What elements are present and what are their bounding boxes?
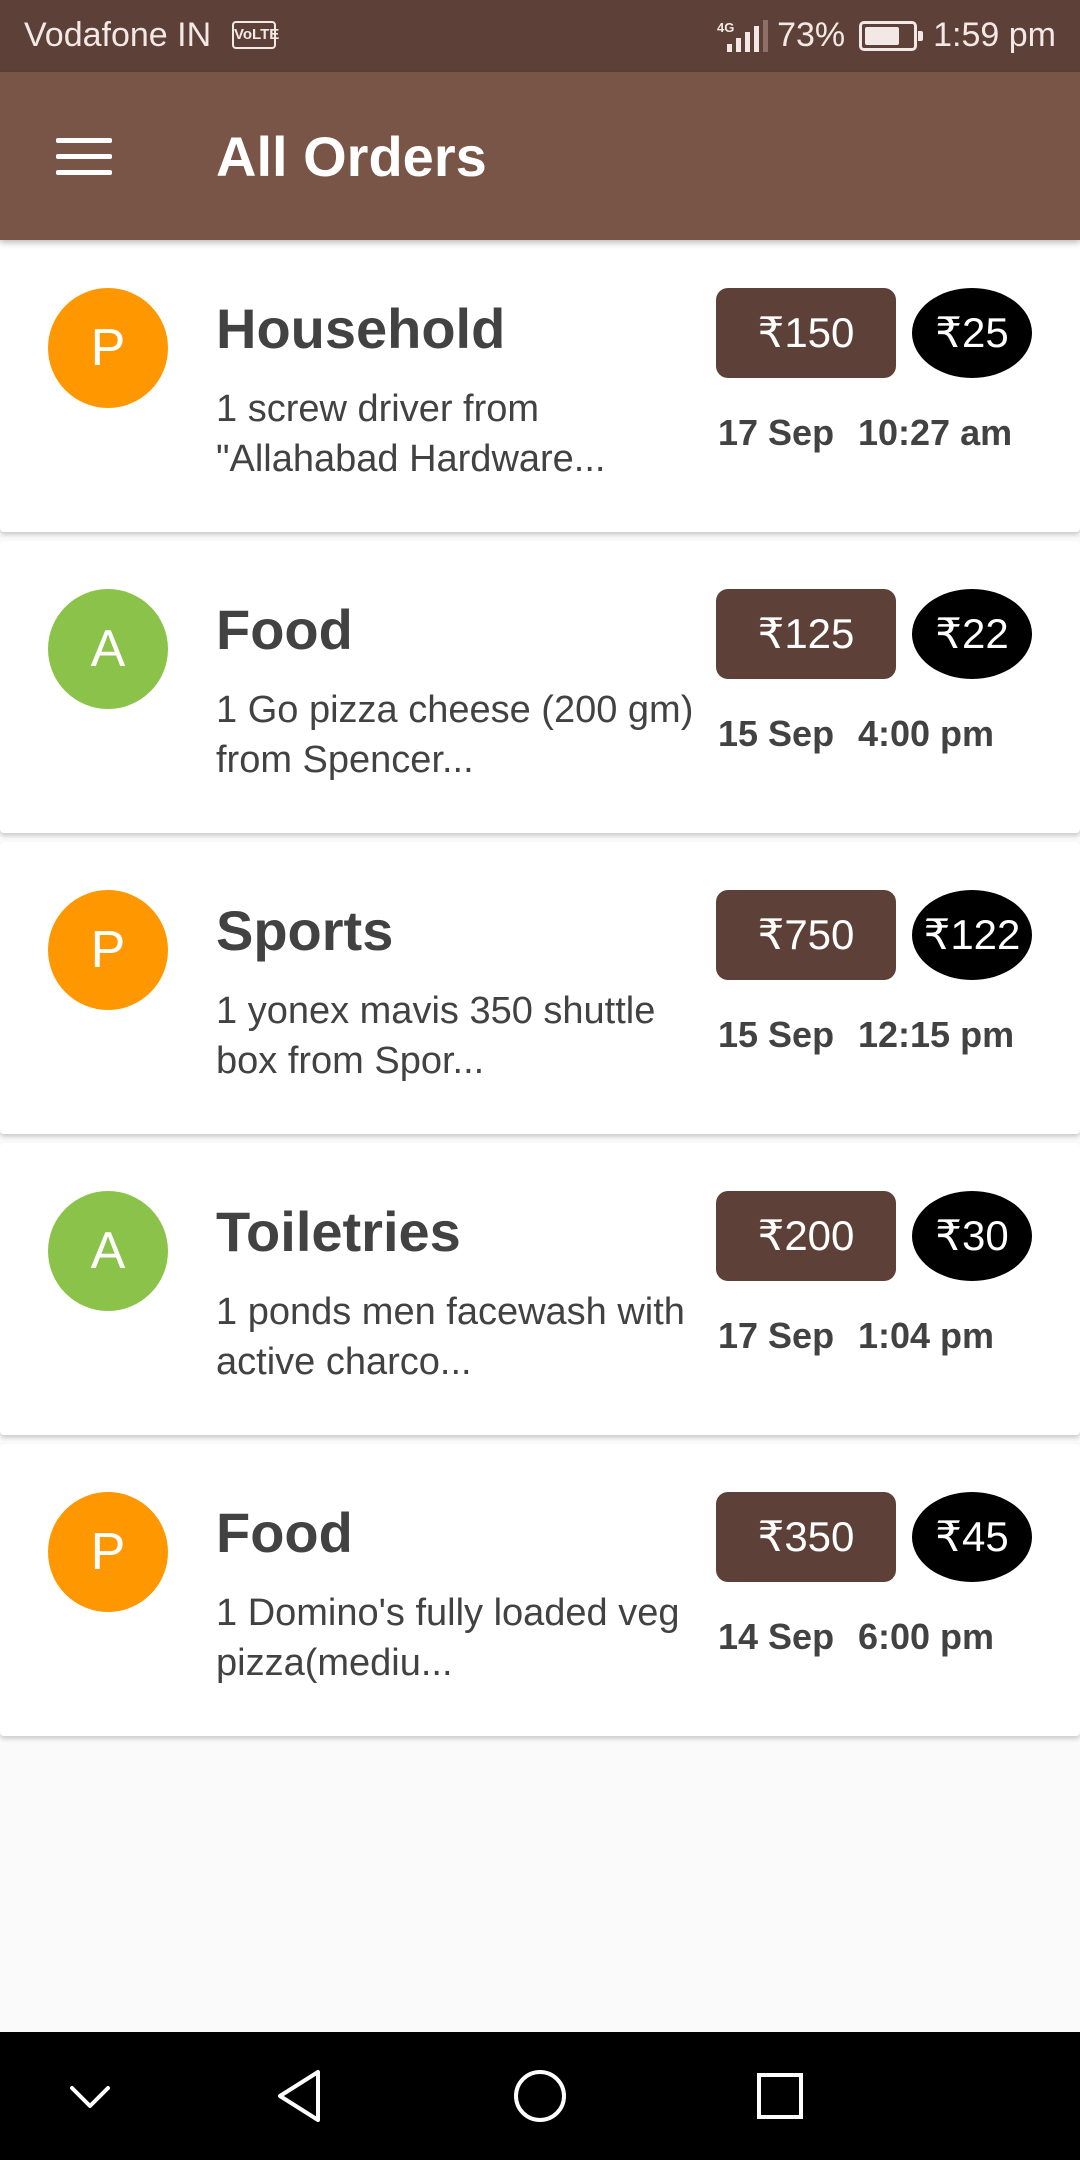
order-time: 10:27 am — [858, 412, 1013, 453]
order-card[interactable]: A Food 1 Go pizza cheese (200 gm) from Spe… — [0, 541, 1080, 833]
signal-icon: 4G — [717, 19, 769, 52]
order-date: 15 Sep — [718, 1014, 835, 1055]
order-description: 1 Go pizza cheese (200 gm) from Spencer.… — [216, 689, 694, 781]
app-bar: All Orders — [0, 72, 1080, 240]
recents-square-icon[interactable] — [740, 2056, 820, 2136]
avatar: P — [48, 1492, 168, 1612]
chevron-down-icon[interactable] — [50, 2056, 130, 2136]
battery-percent: 73% — [777, 16, 846, 54]
carrier-name: Vodafone IN — [24, 16, 212, 54]
price-badge: ₹150 — [716, 288, 896, 378]
avatar: A — [48, 1191, 168, 1311]
delivery-fee-badge: ₹45 — [912, 1492, 1032, 1582]
order-description: 1 yonex mavis 350 shuttle box from Spor.… — [216, 990, 656, 1082]
status-indicators: 4G 73% 1:59 pm — [717, 16, 1056, 55]
hamburger-menu-icon[interactable] — [44, 124, 124, 188]
order-category: Sports — [216, 899, 394, 962]
order-time: 4:00 pm — [858, 713, 995, 754]
battery-fill — [865, 26, 899, 45]
order-card[interactable]: P Food 1 Domino's fully loaded veg pizza(m… — [0, 1444, 1080, 1736]
avatar: A — [48, 589, 168, 709]
back-triangle-icon[interactable] — [260, 2056, 340, 2136]
order-description: 1 Domino's fully loaded veg pizza(mediu.… — [216, 1592, 680, 1684]
delivery-fee-badge: ₹22 — [912, 589, 1032, 679]
order-category: Toiletries — [216, 1200, 461, 1263]
order-card[interactable]: P Household 1 screw driver from "Allahabad… — [0, 240, 1080, 532]
battery-icon — [859, 20, 924, 51]
volte-badge: VoLTE — [232, 21, 279, 49]
price-badge: ₹350 — [716, 1492, 896, 1582]
order-date: 17 Sep — [718, 1315, 835, 1356]
order-category: Food — [216, 1501, 353, 1564]
order-date: 14 Sep — [718, 1616, 835, 1657]
delivery-fee-badge: ₹30 — [912, 1191, 1032, 1281]
price-badge: ₹750 — [716, 890, 896, 980]
order-time: 6:00 pm — [858, 1616, 995, 1657]
price-badge: ₹125 — [716, 589, 896, 679]
status-bar: Vodafone IN VoLTE 4G 73% 1:59 pm — [0, 0, 1080, 72]
order-time: 12:15 pm — [858, 1014, 1015, 1055]
svg-text:4G: 4G — [717, 20, 734, 35]
home-circle-icon[interactable] — [500, 2056, 580, 2136]
order-description: 1 ponds men facewash with active charco.… — [216, 1291, 685, 1383]
order-card[interactable]: P Sports 1 yonex mavis 350 shuttle box fro… — [0, 842, 1080, 1134]
page-title: All Orders — [216, 125, 487, 188]
avatar: P — [48, 288, 168, 408]
clock: 1:59 pm — [933, 16, 1056, 54]
battery-tip — [918, 30, 924, 41]
navigation-bar — [0, 2032, 1080, 2160]
delivery-fee-badge: ₹122 — [912, 890, 1032, 980]
order-time: 1:04 pm — [858, 1315, 995, 1356]
order-description: 1 screw driver from "Allahabad Hardware.… — [216, 388, 606, 480]
order-category: Food — [216, 598, 353, 661]
delivery-fee-badge: ₹25 — [912, 288, 1032, 378]
avatar: P — [48, 890, 168, 1010]
order-card[interactable]: A Toiletries 1 ponds men facewash with act… — [0, 1143, 1080, 1435]
order-date: 17 Sep — [718, 412, 835, 453]
order-category: Household — [216, 297, 506, 360]
order-date: 15 Sep — [718, 713, 835, 754]
price-badge: ₹200 — [716, 1191, 896, 1281]
